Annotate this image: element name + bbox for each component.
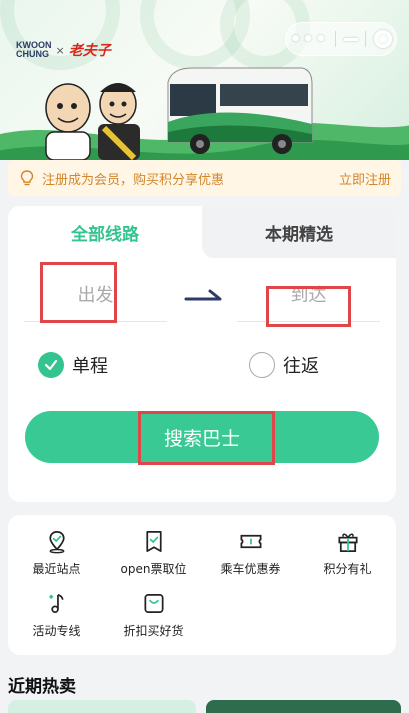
search-card: 全部线路 本期精选 出发 到达 单程 往返 搜索巴士 [8,206,396,502]
lightbulb-icon [20,170,34,186]
brand-logo: KWOON CHUNG × 老夫子 [16,40,111,60]
more-dots-icon[interactable]: ••• [290,29,328,50]
tab-featured[interactable]: 本期精选 [202,206,396,258]
coupon-icon [240,534,261,549]
service-points-gifts[interactable]: 积分有礼 [299,517,396,577]
ticket-check-icon [145,531,162,552]
close-circle-icon[interactable] [374,30,393,48]
services-grid: 最近站点 open票取位 乘车优惠券 积分有礼 活动专线 折扣买好货 [8,515,396,655]
highlight-box-destination [266,286,351,327]
service-label: 乘车优惠券 [220,562,281,576]
location-pin-icon [48,531,65,554]
member-notice-bar: 注册成为会员，购买积分享优惠 立即注册 [8,160,401,196]
service-event-routes[interactable]: 活动专线 [8,579,105,639]
arrow-right-icon [184,289,222,301]
service-label: 折扣买好货 [123,624,184,638]
hot-item-card-1[interactable] [8,700,196,713]
highlight-box-departure [40,262,117,323]
checkmark-icon [44,359,58,371]
route-tabs: 全部线路 本期精选 [8,206,396,258]
top-banner: KWOON CHUNG × 老夫子 ••• [0,0,409,160]
service-label: 活动专线 [32,624,81,638]
service-label: 积分有礼 [323,562,372,576]
service-label: 最近站点 [32,562,81,576]
service-label: open票取位 [120,562,187,576]
hot-item-card-2[interactable] [206,700,401,713]
gift-icon [337,533,358,552]
service-discount-shopping[interactable]: 折扣买好货 [105,579,202,639]
coach-bus-illustration [167,67,313,154]
tab-all-routes[interactable]: 全部线路 [8,206,202,258]
miniprogram-capsule: ••• [285,22,397,56]
partner-logo: 老夫子 [68,43,111,59]
logo-text-line2: CHUNG [16,49,49,59]
music-note-icon [48,594,64,614]
radio-checked-icon[interactable] [38,352,64,378]
register-now-link[interactable]: 立即注册 [339,169,391,188]
hot-items-preview [0,700,409,713]
shopping-bag-icon [143,593,164,614]
minimize-icon[interactable] [343,37,358,41]
logo-separator: × [55,43,65,57]
hot-sales-title: 近期热卖 [8,677,76,697]
highlight-box-search [138,411,275,465]
service-nearby-stations[interactable]: 最近站点 [8,517,105,577]
trip-option-one-way[interactable]: 单程 [38,352,108,378]
one-way-label: 单程 [72,356,108,377]
service-open-ticket[interactable]: open票取位 [105,517,202,577]
notice-text: 注册成为会员，购买积分享优惠 [42,172,225,188]
service-coupons[interactable]: 乘车优惠券 [202,517,299,577]
round-trip-label: 往返 [283,356,319,377]
cartoon-characters-illustration [45,83,140,160]
trip-option-round-trip[interactable]: 往返 [249,352,319,378]
radio-unchecked-icon[interactable] [249,352,275,378]
